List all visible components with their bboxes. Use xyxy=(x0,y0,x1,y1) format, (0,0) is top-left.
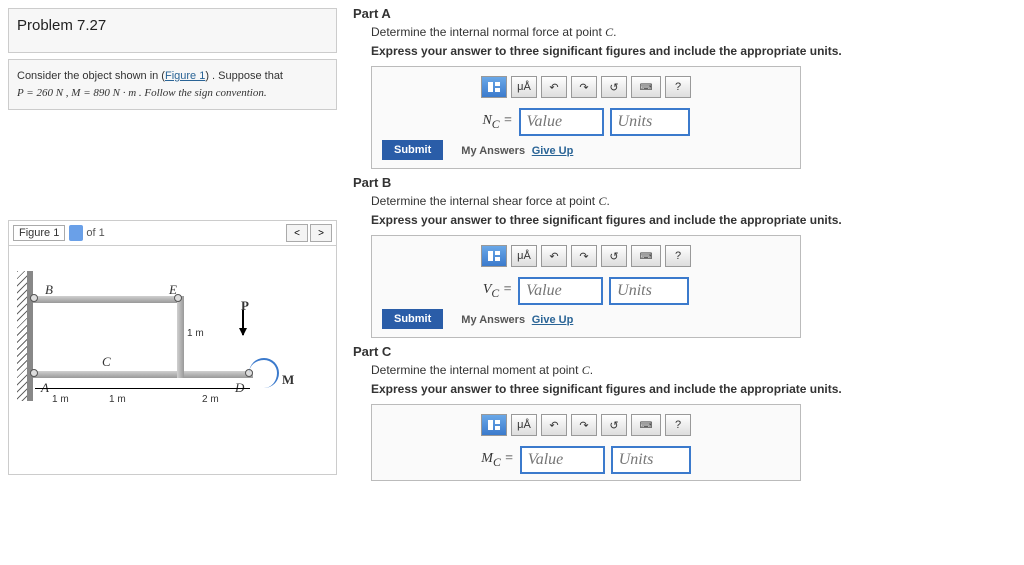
part-c-bold: Express your answer to three significant… xyxy=(371,382,1016,396)
redo-icon[interactable]: ↷ xyxy=(571,245,597,267)
part-b-title: Part B xyxy=(353,175,1016,190)
figure-header: Figure 1 of 1 < > xyxy=(8,220,337,245)
figure-count: of 1 xyxy=(86,227,104,239)
lbl-B: B xyxy=(45,282,53,298)
problem-statement: Consider the object shown in (Figure 1) … xyxy=(17,68,328,101)
part-a-title: Part A xyxy=(353,6,1016,21)
help-icon[interactable]: ? xyxy=(665,414,691,436)
part-c-title: Part C xyxy=(353,344,1016,359)
figure-label: Figure 1 xyxy=(13,225,65,241)
help-icon[interactable]: ? xyxy=(665,76,691,98)
keyboard-icon[interactable]: ⌨ xyxy=(631,414,661,436)
figure-next-button[interactable]: > xyxy=(310,224,332,242)
units-input[interactable] xyxy=(610,108,690,136)
part-c-answer-box: μÅ ↶ ↷ ↺ ⌨ ? MC = xyxy=(371,404,801,481)
stmt-pre: Consider the object shown in ( xyxy=(17,70,165,82)
redo-icon[interactable]: ↷ xyxy=(571,414,597,436)
part-a-answer-box: μÅ ↶ ↷ ↺ ⌨ ? NC = Submit My Answers Give… xyxy=(371,66,801,169)
units-input[interactable] xyxy=(609,277,689,305)
dim-3: 2 m xyxy=(202,394,219,405)
figure-stepper[interactable] xyxy=(69,225,83,241)
dim-1: 1 m xyxy=(52,394,69,405)
value-input[interactable] xyxy=(518,277,603,305)
reset-icon[interactable]: ↺ xyxy=(601,76,627,98)
var-label: MC = xyxy=(481,451,513,469)
stmt-post: ) . Suppose that xyxy=(205,70,283,82)
dim-h: 1 m xyxy=(187,328,204,339)
value-input[interactable] xyxy=(519,108,604,136)
figure-link[interactable]: Figure 1 xyxy=(165,70,205,82)
units-input[interactable] xyxy=(611,446,691,474)
reset-icon[interactable]: ↺ xyxy=(601,245,627,267)
part-c-desc: Determine the internal moment at point C… xyxy=(371,363,1016,378)
template-icon[interactable] xyxy=(481,76,507,98)
part-b-answer-box: μÅ ↶ ↷ ↺ ⌨ ? VC = Submit My Answers Give… xyxy=(371,235,801,338)
undo-icon[interactable]: ↶ xyxy=(541,76,567,98)
problem-title: Problem 7.27 xyxy=(17,17,328,34)
keyboard-icon[interactable]: ⌨ xyxy=(631,76,661,98)
lbl-E: E xyxy=(169,282,177,298)
help-icon[interactable]: ? xyxy=(665,245,691,267)
var-label: NC = xyxy=(482,113,512,131)
template-icon[interactable] xyxy=(481,414,507,436)
give-up-link[interactable]: Give Up xyxy=(532,314,574,326)
give-up-link[interactable]: Give Up xyxy=(532,145,574,157)
units-icon[interactable]: μÅ xyxy=(511,245,537,267)
part-a-desc: Determine the internal normal force at p… xyxy=(371,25,1016,40)
keyboard-icon[interactable]: ⌨ xyxy=(631,245,661,267)
units-icon[interactable]: μÅ xyxy=(511,414,537,436)
template-icon[interactable] xyxy=(481,245,507,267)
var-label: VC = xyxy=(483,282,512,300)
figure-image: B E P C A D M 1 m 1 m 1 m 2 m xyxy=(8,245,337,475)
part-b-bold: Express your answer to three significant… xyxy=(371,213,1016,227)
part-a-bold: Express your answer to three significant… xyxy=(371,44,1016,58)
submit-button[interactable]: Submit xyxy=(382,140,443,160)
figure-prev-button[interactable]: < xyxy=(286,224,308,242)
lbl-C: C xyxy=(102,354,111,370)
value-input[interactable] xyxy=(520,446,605,474)
part-b-desc: Determine the internal shear force at po… xyxy=(371,194,1016,209)
submit-button[interactable]: Submit xyxy=(382,309,443,329)
reset-icon[interactable]: ↺ xyxy=(601,414,627,436)
dim-2: 1 m xyxy=(109,394,126,405)
undo-icon[interactable]: ↶ xyxy=(541,414,567,436)
lbl-M: M xyxy=(282,372,294,388)
my-answers-link[interactable]: My Answers xyxy=(461,145,525,157)
my-answers-link[interactable]: My Answers xyxy=(461,314,525,326)
redo-icon[interactable]: ↷ xyxy=(571,76,597,98)
undo-icon[interactable]: ↶ xyxy=(541,245,567,267)
givens: P = 260 N , M = 890 N · m . Follow the s… xyxy=(17,87,267,99)
units-icon[interactable]: μÅ xyxy=(511,76,537,98)
